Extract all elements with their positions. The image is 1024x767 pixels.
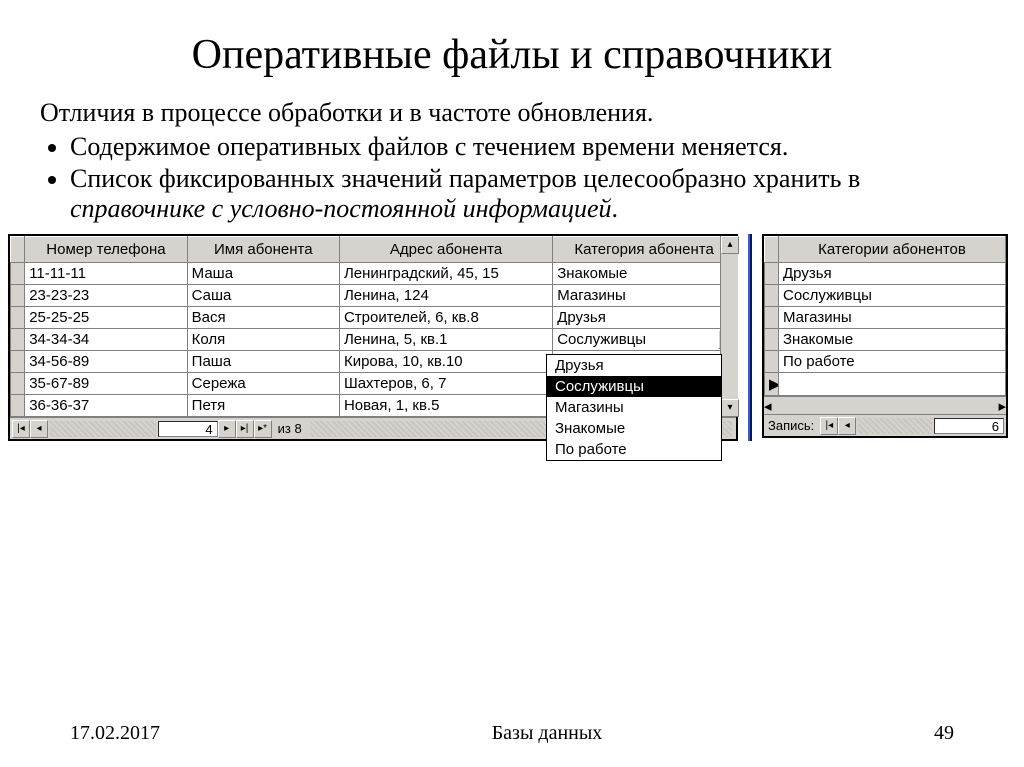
vertical-scrollbar[interactable]: ▴ ▾ <box>720 236 738 417</box>
bullet-emphasis: справочнике с условно-постоянной информа… <box>70 194 612 223</box>
footer-title: Базы данных <box>492 722 603 745</box>
table-row[interactable]: Магазины <box>765 307 1006 329</box>
table-row[interactable]: 34-34-34КоляЛенина, 5, кв.1 Сослуживцы ▼ <box>11 329 736 351</box>
col-categories[interactable]: Категории абонентов <box>779 237 1006 263</box>
scroll-up-icon[interactable]: ▴ <box>721 236 739 254</box>
dropdown-item[interactable]: Сослуживцы <box>547 376 721 397</box>
slide-footer: 17.02.2017 Базы данных 49 <box>0 722 1024 745</box>
nav-prev-button[interactable]: ◂ <box>30 420 48 438</box>
window-divider <box>748 234 752 441</box>
horizontal-scrollbar[interactable]: ◂ ▸ <box>764 396 1006 414</box>
subscribers-grid-window: Номер телефона Имя абонента Адрес абонен… <box>8 234 738 441</box>
row-header-corner <box>11 237 25 263</box>
nav-next-button[interactable]: ▸ <box>218 420 236 438</box>
nav-prev-button[interactable]: ◂ <box>838 417 856 435</box>
slide-title: Оперативные файлы и справочники <box>40 30 984 80</box>
dropdown-item[interactable]: Знакомые <box>547 418 721 439</box>
category-combobox[interactable]: Сослуживцы ▼ <box>553 329 736 351</box>
current-record-icon: ▶ <box>765 373 779 396</box>
scroll-down-icon[interactable]: ▾ <box>721 399 739 417</box>
col-address[interactable]: Адрес абонента <box>339 237 552 263</box>
table-row[interactable]: Сослуживцы <box>765 285 1006 307</box>
dropdown-item[interactable]: Магазины <box>547 397 721 418</box>
table-row[interactable]: 25-25-25ВасяСтроителей, 6, кв.8Друзья <box>11 307 736 329</box>
bullet-list: Содержимое оперативных файлов с течением… <box>40 132 984 224</box>
nav-first-button[interactable]: |◂ <box>820 417 838 435</box>
table-row[interactable]: Друзья <box>765 263 1006 285</box>
footer-page: 49 <box>934 722 954 745</box>
record-number-field[interactable]: 6 <box>934 418 1004 434</box>
table-row[interactable]: 23-23-23СашаЛенина, 124Магазины <box>11 285 736 307</box>
table-row[interactable]: ▶ <box>765 373 1006 396</box>
table-row[interactable]: По работе <box>765 351 1006 373</box>
scroll-right-icon[interactable]: ▸ <box>998 397 1006 413</box>
bullet-item: Содержимое оперативных файлов с течением… <box>70 132 984 162</box>
footer-date: 17.02.2017 <box>70 722 160 745</box>
dropdown-item[interactable]: По работе <box>547 439 721 460</box>
record-navigator: Запись: |◂ ◂ 6 <box>764 414 1006 436</box>
nav-last-button[interactable]: ▸| <box>236 420 254 438</box>
col-name[interactable]: Имя абонента <box>187 237 339 263</box>
col-category[interactable]: Категория абонента <box>553 237 736 263</box>
nav-first-button[interactable]: |◂ <box>12 420 30 438</box>
col-phone[interactable]: Номер телефона <box>25 237 187 263</box>
nav-new-button[interactable]: ▸* <box>254 420 272 438</box>
of-label: из 8 <box>272 421 308 436</box>
record-label: Запись: <box>766 418 820 433</box>
dropdown-item[interactable]: Друзья <box>547 355 721 376</box>
bullet-text: Список фиксированных значений параметров… <box>70 164 860 193</box>
record-number-field[interactable]: 4 <box>158 421 218 437</box>
bullet-text: . <box>612 194 619 223</box>
slide-subtitle: Отличия в процессе обработки и в частоте… <box>40 98 984 128</box>
table-row[interactable]: Знакомые <box>765 329 1006 351</box>
combo-value: Сослуживцы <box>553 329 735 350</box>
bullet-item: Список фиксированных значений параметров… <box>70 164 984 224</box>
scroll-left-icon[interactable]: ◂ <box>764 397 772 413</box>
categories-table[interactable]: Категории абонентов Друзья Сослуживцы Ма… <box>764 236 1006 396</box>
categories-grid-window: Категории абонентов Друзья Сослуживцы Ма… <box>762 234 1008 438</box>
table-row[interactable]: 11-11-11МашаЛенинградский, 45, 15Знакомы… <box>11 263 736 285</box>
category-dropdown[interactable]: Друзья Сослуживцы Магазины Знакомые По р… <box>546 354 722 461</box>
